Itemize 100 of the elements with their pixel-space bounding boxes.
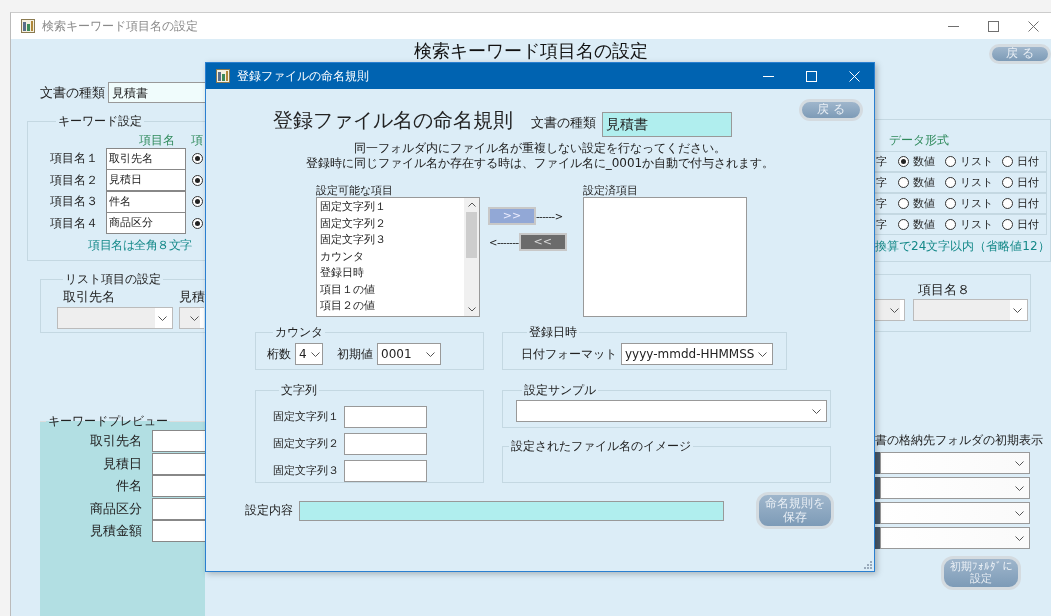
group-title: 登録日時	[528, 324, 578, 341]
button[interactable]: <<	[518, 233, 567, 251]
field-edge	[875, 452, 880, 474]
list-box[interactable]	[583, 197, 747, 317]
dropdown[interactable]: 4	[295, 343, 323, 365]
dropdown[interactable]	[875, 299, 905, 321]
text-field[interactable]	[152, 475, 205, 498]
list-item[interactable]: 固定文字列３	[320, 232, 461, 249]
chevron-down-icon	[890, 307, 899, 313]
text-field[interactable]	[152, 430, 205, 453]
maximize-icon	[988, 20, 999, 32]
text-field[interactable]: 取引先名	[106, 147, 186, 170]
chevron-down-icon	[1015, 460, 1024, 466]
column-header: 項	[191, 133, 203, 147]
field-label: 項目名１	[50, 150, 99, 168]
hint-text: 換算で24文字以内（省略値12）	[875, 238, 1050, 255]
field-edge	[875, 527, 880, 549]
text-field[interactable]	[152, 497, 205, 520]
option-label: 数値	[913, 217, 935, 232]
chevron-down-icon	[190, 315, 199, 321]
dropdown[interactable]: 0001	[377, 343, 441, 365]
group-title: キーワード設定	[57, 113, 143, 130]
radio-button[interactable]	[1002, 198, 1013, 209]
list-item[interactable]: 固定文字列１	[320, 199, 461, 216]
text-field[interactable]	[344, 432, 427, 455]
radio-button[interactable]	[945, 156, 956, 167]
close-icon	[1028, 20, 1039, 32]
dropdown[interactable]: yyyy-mmdd-HHMMSS	[621, 343, 773, 365]
group-title: リスト項目の設定	[64, 271, 162, 288]
list-item[interactable]: 固定文字列２	[320, 215, 461, 232]
chevron-down-icon	[1015, 510, 1024, 516]
radio-button[interactable]	[192, 217, 203, 229]
radio-button[interactable]	[192, 153, 203, 165]
field-label: 項目名３	[50, 193, 99, 211]
field-label: 項目名８	[918, 281, 971, 299]
list-title: 設定可能な項目	[316, 183, 394, 197]
field-edge	[875, 502, 880, 524]
radio-button[interactable]	[945, 177, 956, 188]
hint-text: 項目名は全角８文字	[88, 237, 193, 254]
text-field[interactable]	[152, 520, 205, 543]
text-field[interactable]: 見積書	[108, 82, 205, 103]
list-item[interactable]: 項目２の値	[320, 298, 461, 315]
list-item[interactable]: 登録日時	[320, 265, 461, 282]
field-label: 見積日	[102, 454, 142, 473]
instruction-text: 同一フォルダ内にファイル名が重複しない設定を行なってください。	[353, 141, 727, 156]
dropdown[interactable]	[913, 299, 1028, 321]
resize-grip-icon	[864, 561, 872, 569]
field-label: 設定内容	[245, 502, 293, 519]
radio-button[interactable]	[1002, 177, 1013, 188]
scrollbar-thumb[interactable]	[466, 212, 477, 258]
window-title: 登録ファイルの命名規則	[237, 67, 369, 85]
text-field[interactable]	[344, 459, 427, 482]
list-box[interactable]: 固定文字列１ 固定文字列２ 固定文字列３ カウンタ 登録日時 項目１の値 項目２の値	[316, 197, 480, 317]
field-label: 見積	[179, 288, 205, 304]
chevron-down-icon	[1015, 535, 1024, 541]
dropdown[interactable]	[179, 307, 204, 329]
option-label: リスト	[960, 154, 993, 169]
dropdown[interactable]	[880, 527, 1030, 549]
radio-button[interactable]	[192, 196, 203, 208]
field-label: 件名	[115, 477, 142, 496]
text-field[interactable]	[299, 500, 724, 521]
chevron-down-icon	[812, 408, 821, 414]
dropdown[interactable]	[880, 452, 1030, 474]
field-label: 取引先名	[89, 432, 142, 451]
option-label: 日付	[1017, 217, 1039, 232]
maximize-icon	[806, 70, 817, 82]
dropdown[interactable]	[880, 477, 1030, 499]
option-label: 数値	[913, 196, 935, 211]
field-label: 項目名４	[50, 214, 99, 232]
list-item[interactable]: 項目１の値	[320, 281, 461, 298]
radio-button[interactable]	[898, 219, 909, 230]
window-title: 検索キーワード項目名の設定	[42, 17, 198, 35]
field-label: 固定文字列３	[273, 463, 340, 478]
text-field[interactable]: 商品区分	[106, 212, 186, 235]
dropdown[interactable]	[57, 307, 173, 329]
field-label: 見積金額	[89, 522, 142, 541]
text-field[interactable]	[152, 452, 205, 475]
dropdown[interactable]	[880, 502, 1030, 524]
field-label: 桁数	[267, 345, 291, 363]
radio-button[interactable]	[945, 219, 956, 230]
text-field[interactable]: 見積日	[106, 169, 186, 192]
dropdown[interactable]	[516, 400, 827, 422]
dashed-arrow: ------>	[536, 210, 563, 222]
radio-button[interactable]	[898, 198, 909, 209]
chevron-up-icon	[467, 202, 476, 207]
radio-button[interactable]	[898, 177, 909, 188]
list-item[interactable]: カウンタ	[320, 248, 461, 265]
radio-button[interactable]	[192, 174, 203, 186]
chevron-down-icon	[426, 351, 435, 357]
radio-button[interactable]	[1002, 156, 1013, 167]
text-field[interactable]: 件名	[106, 190, 186, 213]
field-label: 固定文字列２	[273, 436, 340, 451]
text-field[interactable]	[344, 405, 427, 428]
option-label: 数値	[913, 154, 935, 169]
radio-button[interactable]	[945, 198, 956, 209]
field-label: 商品区分	[89, 499, 142, 518]
radio-button[interactable]	[1002, 219, 1013, 230]
radio-button[interactable]	[898, 156, 909, 167]
text-field[interactable]: 見積書	[602, 112, 732, 137]
option-label: 日付	[1017, 196, 1039, 211]
